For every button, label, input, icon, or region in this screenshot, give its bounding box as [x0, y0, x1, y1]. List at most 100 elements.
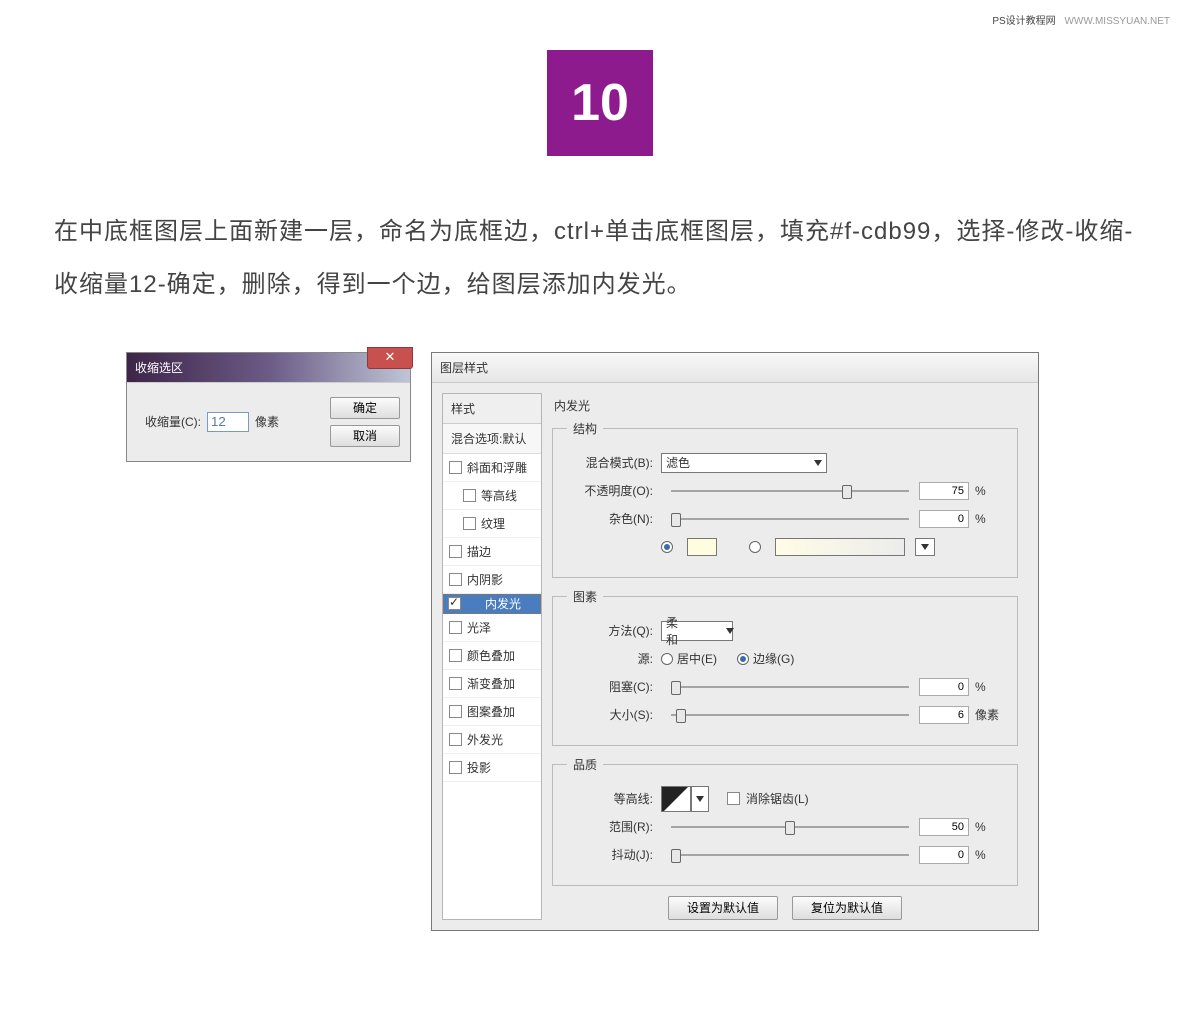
elements-legend: 图素: [567, 588, 603, 605]
contract-amount-input[interactable]: [207, 412, 249, 432]
gradient-dropdown[interactable]: [915, 538, 935, 556]
opacity-label: 不透明度(O):: [567, 482, 653, 499]
style-checkbox[interactable]: [449, 461, 462, 474]
style-item-label: 纹理: [481, 515, 505, 532]
contract-title: 收缩选区: [135, 359, 183, 376]
style-item-5[interactable]: 内发光: [443, 594, 541, 614]
antialias-label: 消除锯齿(L): [746, 790, 809, 807]
style-item-label: 颜色叠加: [467, 647, 515, 664]
blend-mode-select[interactable]: 滤色: [661, 453, 827, 473]
pixel-unit: 像素: [975, 706, 1003, 723]
color-radio[interactable]: [661, 541, 673, 553]
source-edge-radio[interactable]: [737, 653, 749, 665]
ok-button[interactable]: 确定: [330, 397, 400, 419]
gradient-picker[interactable]: [775, 538, 905, 556]
size-slider[interactable]: [671, 714, 909, 716]
style-checkbox[interactable]: [448, 597, 461, 610]
jitter-label: 抖动(J):: [567, 846, 653, 863]
chevron-down-icon: [726, 628, 734, 634]
percent-unit: %: [975, 820, 1003, 834]
style-item-4[interactable]: 内阴影: [443, 566, 541, 594]
style-item-label: 斜面和浮雕: [467, 459, 527, 476]
style-item-0[interactable]: 斜面和浮雕: [443, 454, 541, 482]
contour-picker[interactable]: [661, 786, 691, 812]
style-item-label: 外发光: [467, 731, 503, 748]
style-checkbox[interactable]: [463, 517, 476, 530]
style-item-label: 内发光: [485, 595, 521, 612]
range-label: 范围(R):: [567, 818, 653, 835]
percent-unit: %: [975, 848, 1003, 862]
chevron-down-icon: [696, 796, 704, 802]
cancel-button[interactable]: 取消: [330, 425, 400, 447]
size-input[interactable]: [919, 706, 969, 724]
noise-input[interactable]: [919, 510, 969, 528]
style-checkbox[interactable]: [449, 545, 462, 558]
style-checkbox[interactable]: [449, 733, 462, 746]
style-item-7[interactable]: 颜色叠加: [443, 642, 541, 670]
style-checkbox[interactable]: [463, 489, 476, 502]
antialias-checkbox[interactable]: [727, 792, 740, 805]
noise-slider[interactable]: [671, 518, 909, 520]
style-list: 样式 混合选项:默认 斜面和浮雕等高线纹理描边内阴影内发光光泽颜色叠加渐变叠加图…: [442, 393, 542, 920]
contour-dropdown[interactable]: [691, 786, 709, 812]
style-item-11[interactable]: 投影: [443, 754, 541, 782]
step-number: 10: [571, 73, 629, 133]
technique-select[interactable]: 柔和: [661, 621, 733, 641]
style-checkbox[interactable]: [449, 677, 462, 690]
style-checkbox[interactable]: [449, 649, 462, 662]
jitter-input[interactable]: [919, 846, 969, 864]
percent-unit: %: [975, 680, 1003, 694]
choke-slider[interactable]: [671, 686, 909, 688]
range-slider[interactable]: [671, 826, 909, 828]
choke-input[interactable]: [919, 678, 969, 696]
style-item-label: 渐变叠加: [467, 675, 515, 692]
style-checkbox[interactable]: [449, 705, 462, 718]
style-item-1[interactable]: 等高线: [443, 482, 541, 510]
opacity-input[interactable]: [919, 482, 969, 500]
style-item-label: 光泽: [467, 619, 491, 636]
blend-mode-label: 混合模式(B):: [567, 454, 653, 471]
quality-legend: 品质: [567, 756, 603, 773]
reset-default-button[interactable]: 复位为默认值: [792, 896, 902, 920]
size-label: 大小(S):: [567, 706, 653, 723]
range-input[interactable]: [919, 818, 969, 836]
layerstyle-title: 图层样式: [440, 359, 488, 376]
style-item-6[interactable]: 光泽: [443, 614, 541, 642]
contract-amount-label: 收缩量(C):: [145, 413, 201, 430]
noise-label: 杂色(N):: [567, 510, 653, 527]
step-badge: 10: [547, 50, 653, 156]
blend-mode-value: 滤色: [666, 454, 690, 471]
contract-unit: 像素: [255, 413, 279, 430]
style-item-label: 描边: [467, 543, 491, 560]
style-item-8[interactable]: 渐变叠加: [443, 670, 541, 698]
opacity-slider[interactable]: [671, 490, 909, 492]
blend-options-item[interactable]: 混合选项:默认: [443, 424, 541, 454]
style-item-3[interactable]: 描边: [443, 538, 541, 566]
gradient-radio[interactable]: [749, 541, 761, 553]
source-center-radio[interactable]: [661, 653, 673, 665]
layerstyle-titlebar[interactable]: 图层样式: [432, 353, 1038, 383]
style-checkbox[interactable]: [449, 573, 462, 586]
close-icon[interactable]: ✕: [367, 347, 413, 369]
contract-titlebar[interactable]: 收缩选区 ✕: [127, 353, 410, 383]
structure-legend: 结构: [567, 420, 603, 437]
set-default-button[interactable]: 设置为默认值: [668, 896, 778, 920]
style-item-label: 图案叠加: [467, 703, 515, 720]
style-item-label: 内阴影: [467, 571, 503, 588]
technique-label: 方法(Q):: [567, 622, 653, 639]
watermark: PS设计教程网 WWW.MISSYUAN.NET: [992, 12, 1170, 27]
percent-unit: %: [975, 512, 1003, 526]
source-center-label: 居中(E): [677, 650, 717, 667]
source-label: 源:: [567, 650, 653, 667]
chevron-down-icon: [814, 460, 822, 466]
style-item-9[interactable]: 图案叠加: [443, 698, 541, 726]
style-item-2[interactable]: 纹理: [443, 510, 541, 538]
style-checkbox[interactable]: [449, 761, 462, 774]
style-list-header[interactable]: 样式: [443, 394, 541, 424]
section-title: 内发光: [552, 393, 1018, 420]
jitter-slider[interactable]: [671, 854, 909, 856]
structure-group: 结构 混合模式(B): 滤色 不透明度(O): %: [552, 420, 1018, 578]
style-checkbox[interactable]: [449, 621, 462, 634]
color-swatch[interactable]: [687, 538, 717, 556]
style-item-10[interactable]: 外发光: [443, 726, 541, 754]
